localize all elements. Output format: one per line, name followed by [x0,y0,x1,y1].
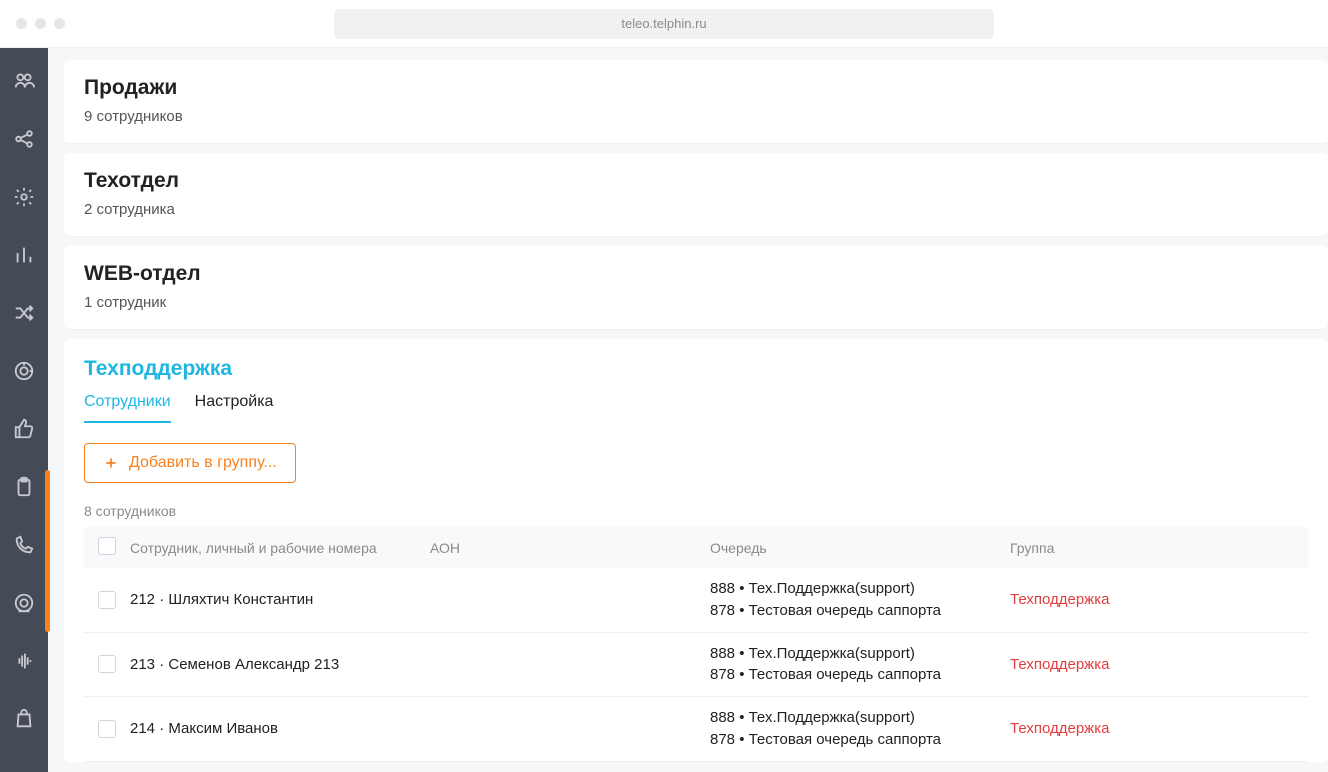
department-subtitle: 1 сотрудник [84,294,1308,311]
employees-count: 8 сотрудников [84,503,1308,519]
table-row[interactable]: 213 · Семенов Александр 213 888 • Тех.По… [84,633,1308,698]
address-bar-url: teleo.telphin.ru [621,16,706,31]
tab-employees[interactable]: Сотрудники [84,393,171,423]
browser-chrome: teleo.telphin.ru [0,0,1328,48]
target-icon [13,360,35,382]
tab-settings[interactable]: Настройка [195,393,274,423]
window-minimize-icon[interactable] [35,18,46,29]
row-checkbox[interactable] [98,720,116,738]
window-maximize-icon[interactable] [54,18,65,29]
barchart-icon [13,244,35,266]
sidebar-item-clipboard[interactable] [0,462,48,512]
add-button-label: Добавить в группу... [129,454,277,472]
detail-tabs: Сотрудники Настройка [84,393,1308,423]
soundwave-icon [13,650,35,672]
thumbsup-icon [13,418,35,440]
employees-table: Сотрудник, личный и рабочие номера АОН О… [84,527,1308,762]
clipboard-icon [13,476,35,498]
gear-icon [13,186,35,208]
department-title: Техотдел [84,169,1308,193]
cell-employee: 214 · Максим Иванов [130,720,430,737]
department-subtitle: 2 сотрудника [84,201,1308,218]
users-icon [13,70,35,92]
share-icon [13,128,35,150]
sidebar-item-shuffle[interactable] [0,288,48,338]
row-checkbox[interactable] [98,655,116,673]
sidebar-item-like[interactable] [0,404,48,454]
sidebar-item-calls[interactable] [0,520,48,570]
cell-queue: 888 • Тех.Поддержка(support) 878 • Тесто… [710,643,1010,687]
department-card[interactable]: Техотдел 2 сотрудника [64,153,1328,236]
record-icon [13,592,35,614]
sidebar-item-settings[interactable] [0,172,48,222]
app-root: Продажи 9 сотрудников Техотдел 2 сотрудн… [0,48,1328,772]
department-detail: Техподдержка Сотрудники Настройка Добави… [64,339,1328,762]
col-group: Группа [1010,540,1294,556]
sidebar-item-audio[interactable] [0,636,48,686]
phone-icon [13,534,35,556]
department-title: Продажи [84,76,1308,100]
detail-title: Техподдержка [84,357,1308,381]
cell-queue: 888 • Тех.Поддержка(support) 878 • Тесто… [710,578,1010,622]
sidebar-item-bag[interactable] [0,694,48,744]
table-header: Сотрудник, личный и рабочие номера АОН О… [84,527,1308,568]
traffic-lights [16,18,65,29]
shuffle-icon [13,302,35,324]
select-all-checkbox[interactable] [98,537,116,555]
row-checkbox[interactable] [98,591,116,609]
col-employee: Сотрудник, личный и рабочие номера [130,540,430,556]
cell-employee: 213 · Семенов Александр 213 [130,656,430,673]
table-row[interactable]: 212 · Шляхтич Константин 888 • Тех.Подде… [84,568,1308,633]
window-close-icon[interactable] [16,18,27,29]
sidebar [0,48,48,772]
plus-icon [103,455,119,471]
col-queue: Очередь [710,540,1010,556]
cell-employee: 212 · Шляхтич Константин [130,591,430,608]
sidebar-item-share[interactable] [0,114,48,164]
sidebar-item-stats[interactable] [0,230,48,280]
main-content: Продажи 9 сотрудников Техотдел 2 сотрудн… [48,48,1328,772]
cell-group[interactable]: Техподдержка [1010,591,1294,608]
department-subtitle: 9 сотрудников [84,108,1308,125]
table-row[interactable]: 214 · Максим Иванов 888 • Тех.Поддержка(… [84,697,1308,762]
department-card[interactable]: WEB-отдел 1 сотрудник [64,246,1328,329]
address-bar[interactable]: teleo.telphin.ru [334,9,994,39]
bag-icon [13,708,35,730]
add-to-group-button[interactable]: Добавить в группу... [84,443,296,483]
department-card[interactable]: Продажи 9 сотрудников [64,60,1328,143]
cell-group[interactable]: Техподдержка [1010,656,1294,673]
cell-group[interactable]: Техподдержка [1010,720,1294,737]
department-title: WEB-отдел [84,262,1308,286]
sidebar-item-users[interactable] [0,56,48,106]
col-aon: АОН [430,540,710,556]
sidebar-item-record[interactable] [0,578,48,628]
cell-queue: 888 • Тех.Поддержка(support) 878 • Тесто… [710,707,1010,751]
sidebar-item-target[interactable] [0,346,48,396]
